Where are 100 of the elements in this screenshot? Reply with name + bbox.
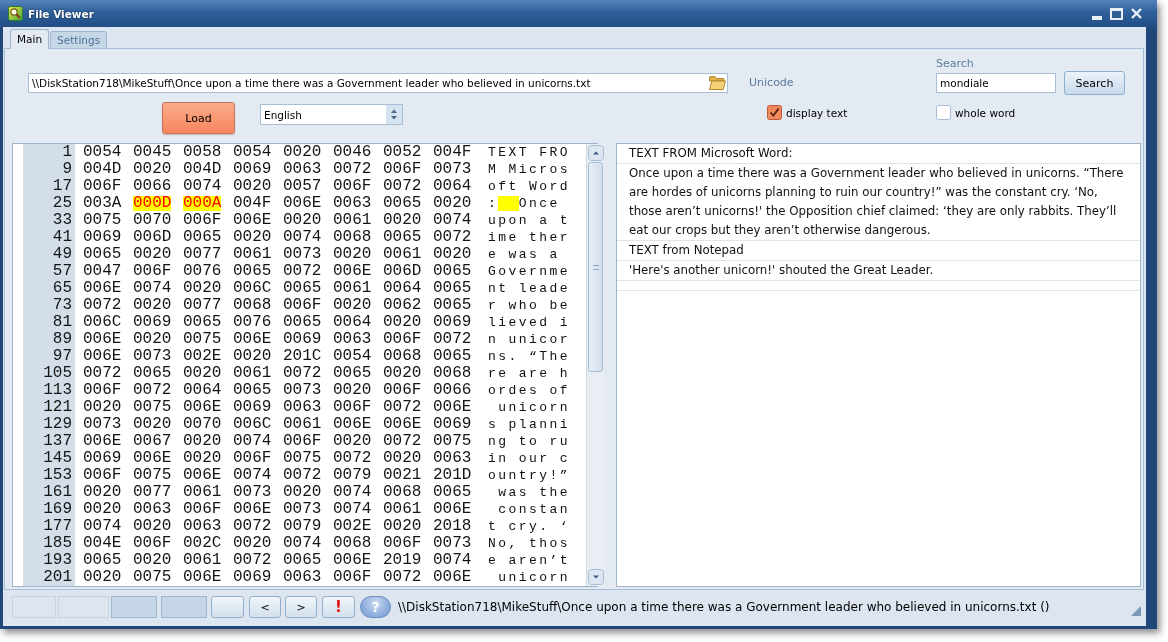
line-number: 137: [23, 433, 75, 450]
hex-value: 0075: [183, 332, 222, 347]
line-number: 145: [23, 450, 75, 467]
checkbox-label: whole word: [955, 106, 1016, 119]
hex-value: 006E: [83, 434, 122, 449]
hex-value: 0074: [183, 179, 222, 194]
hex-value: 0072: [383, 179, 422, 194]
hex-value: 0072: [133, 383, 172, 398]
hex-value: 0073: [133, 349, 172, 364]
hex-value: 0063: [333, 332, 372, 347]
hex-value: 006F: [383, 383, 422, 398]
hex-value: 0020: [233, 536, 272, 551]
hex-value: 0020: [383, 366, 422, 381]
nav-button[interactable]: >: [285, 596, 317, 618]
hex-value: 0073: [283, 383, 322, 398]
hex-value: 0074: [333, 502, 372, 517]
hex-value: 0020: [333, 298, 372, 313]
hex-value: 0057: [283, 179, 322, 194]
hex-value: 0074: [233, 434, 272, 449]
hex-value: 006E: [433, 502, 472, 517]
line-number: 153: [23, 467, 75, 484]
line-number: 169: [23, 501, 75, 518]
hex-value: 006F: [333, 400, 372, 415]
hex-value: 0072: [233, 519, 272, 534]
app-icon: [8, 6, 23, 21]
search-field[interactable]: mondiale: [936, 73, 1056, 93]
resize-grip-icon[interactable]: [1131, 606, 1141, 616]
line-number: 89: [23, 331, 75, 348]
checkbox[interactable]: [936, 105, 951, 120]
hex-value: 006E: [333, 264, 372, 279]
hex-value: 006F: [83, 468, 122, 483]
minimize-icon[interactable]: [1092, 15, 1102, 20]
hex-value: 0061: [183, 553, 222, 568]
encoding-label: Unicode: [749, 76, 794, 90]
hex-value: 0073: [83, 417, 122, 432]
line-number: 121: [23, 399, 75, 416]
hex-value: 0061: [283, 417, 322, 432]
hex-value: 0064: [383, 281, 422, 296]
hex-value: 0065: [83, 247, 122, 262]
hex-value: 0065: [433, 485, 472, 500]
hex-value: 0020: [83, 570, 122, 585]
hex-value: 0020: [383, 213, 422, 228]
line-number: 129: [23, 416, 75, 433]
text-line: TEXT from Notepad: [617, 241, 1140, 261]
scroll-up-button[interactable]: [587, 145, 604, 161]
hex-value: 0065: [283, 553, 322, 568]
checkbox[interactable]: [767, 105, 782, 120]
hex-value: 0065: [433, 281, 472, 296]
blank-button[interactable]: [211, 596, 244, 618]
hex-value: 0072: [83, 366, 122, 381]
hex-value: 0076: [183, 264, 222, 279]
text-line: TEXT FROM Microsoft Word:: [617, 144, 1140, 164]
line-number: 57: [23, 263, 75, 280]
search-button[interactable]: Search: [1064, 71, 1125, 95]
path-field[interactable]: \\DiskStation718\MikeStuff\Once upon a time there was a Government leader who believed in unicorns.txt: [28, 73, 728, 93]
hex-value: 0052: [383, 145, 422, 160]
scroll-down-button[interactable]: [587, 569, 604, 585]
close-icon[interactable]: [1131, 8, 1142, 19]
hex-value: 0068: [383, 349, 422, 364]
hex-value: 0020: [83, 400, 122, 415]
hex-value: 0070: [183, 417, 222, 432]
hex-value: 0046: [333, 145, 372, 160]
hex-value: 0061: [333, 281, 372, 296]
line-number: 81: [23, 314, 75, 331]
hex-value: 0064: [333, 315, 372, 330]
hex-value: 0065: [133, 366, 172, 381]
alert-button[interactable]: !: [322, 596, 355, 618]
hex-value: 006E: [183, 468, 222, 483]
line-number: 185: [23, 535, 75, 552]
hex-value: 0073: [283, 247, 322, 262]
hex-value: 0020: [183, 434, 222, 449]
hex-value: 0054: [233, 145, 272, 160]
status-path-text: \\DiskStation718\MikeStuff\Once upon a time there was a Government leader who believed in unicorns.txt (): [398, 600, 1050, 614]
hex-value: 0075: [133, 570, 172, 585]
hex-value: 0020: [383, 519, 422, 534]
folder-icon[interactable]: [709, 76, 726, 90]
hex-value: 002E: [333, 519, 372, 534]
scrollbar-thumb[interactable]: [588, 162, 603, 372]
tab[interactable]: Main: [10, 29, 50, 49]
hex-value: 004F: [233, 196, 272, 211]
hex-value: 0079: [333, 468, 372, 483]
hex-value: 0069: [433, 417, 472, 432]
tab[interactable]: Settings: [50, 31, 108, 48]
hex-value: 006F: [383, 332, 422, 347]
line-number: 17: [23, 178, 75, 195]
line-number: 97: [23, 348, 75, 365]
hex-value: 006F: [233, 451, 272, 466]
nav-button[interactable]: <: [249, 596, 281, 618]
load-button[interactable]: Load: [162, 102, 235, 134]
hex-value: 0072: [383, 400, 422, 415]
maximize-icon[interactable]: [1110, 7, 1123, 20]
spinner-arrows-icon[interactable]: [386, 105, 402, 124]
hex-value: 006D: [383, 264, 422, 279]
hex-value: 0074: [433, 213, 472, 228]
hex-value: 2019: [383, 553, 422, 568]
hex-value: 201C: [283, 349, 322, 364]
line-number: 161: [23, 484, 75, 501]
language-dropdown[interactable]: English: [260, 104, 403, 125]
hex-value: 0074: [283, 536, 322, 551]
hex-value: 0072: [283, 264, 322, 279]
